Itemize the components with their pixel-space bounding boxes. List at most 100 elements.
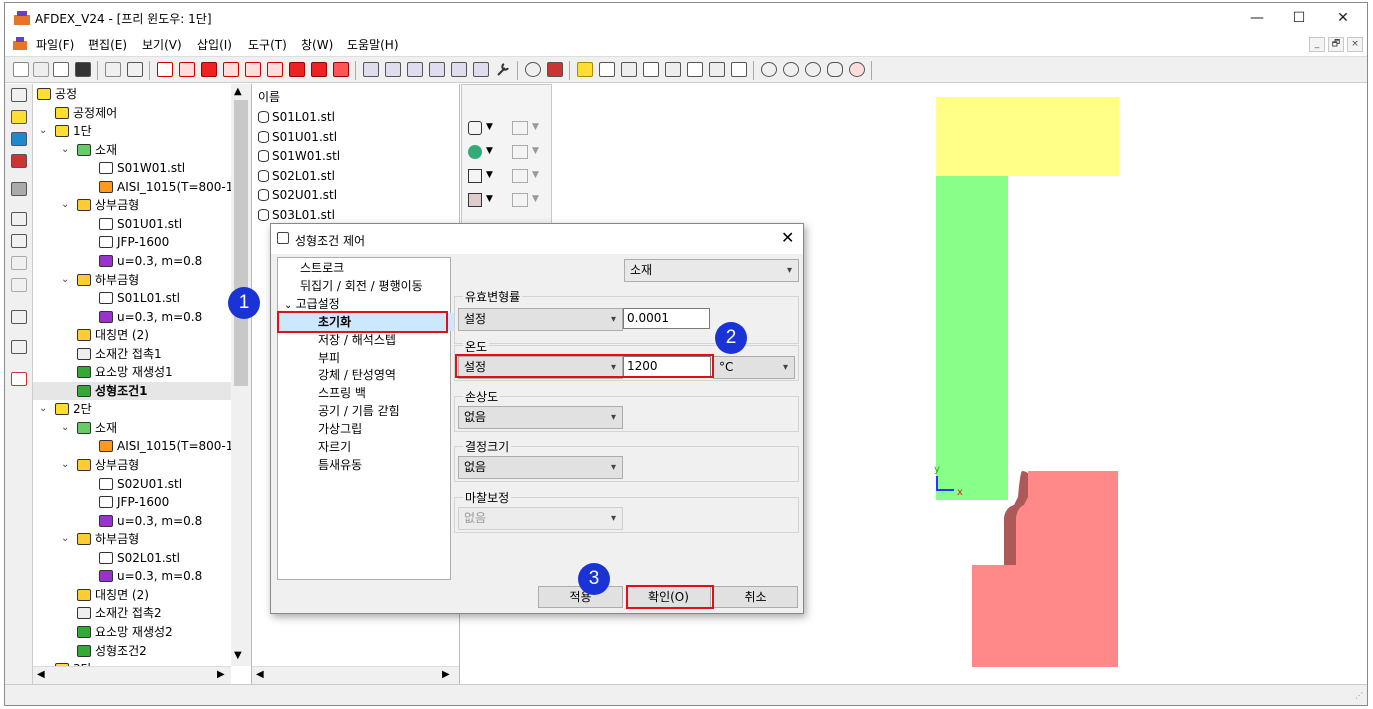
option-item[interactable]: 뒤집기 / 회전 / 평행이동 — [278, 277, 423, 295]
mesh-4-icon[interactable] — [429, 62, 445, 77]
effective-strain-input[interactable]: 0.0001 — [623, 308, 710, 329]
tree-item[interactable]: 1단 — [55, 122, 92, 140]
mesh-2-icon[interactable] — [385, 62, 401, 77]
open-file-icon[interactable] — [33, 62, 49, 77]
display-icon[interactable] — [11, 182, 27, 196]
tree-item[interactable]: 대칭면 (2) — [77, 326, 149, 344]
cube-top-icon[interactable] — [621, 62, 637, 77]
result-monitor-icon[interactable] — [11, 154, 27, 168]
tree-item[interactable]: 소재간 접촉2 — [77, 604, 162, 622]
tree-item[interactable]: 성형조건2 — [77, 642, 147, 660]
scroll-up-arrow-icon[interactable]: ▲ — [234, 86, 242, 97]
option-item[interactable]: 부피 — [278, 349, 340, 367]
export-icon[interactable] — [127, 62, 143, 77]
file-item[interactable]: S01U01.stl — [258, 128, 337, 147]
menu-help[interactable]: 도움말(H) — [347, 36, 399, 53]
tree-scroll-thumb[interactable] — [234, 100, 248, 386]
cube-front-icon[interactable] — [577, 62, 593, 77]
menu-insert[interactable]: 삽입(I) — [197, 36, 232, 53]
mesh-3-icon[interactable] — [407, 62, 423, 77]
wrench-icon[interactable] — [495, 62, 511, 77]
die-view-4-icon[interactable] — [223, 62, 239, 77]
chevron-down-icon[interactable]: ▼ — [486, 194, 493, 204]
expand-chevron-icon[interactable]: ⌄ — [61, 199, 69, 210]
tree-item[interactable]: u=0.3, m=0.8 — [99, 567, 202, 585]
tree-item[interactable]: 요소망 재생성2 — [77, 623, 173, 641]
tree-item[interactable]: 소재간 접촉1 — [77, 345, 162, 363]
tree-item[interactable]: 공정제어 — [55, 104, 117, 122]
table-tool-icon[interactable] — [512, 121, 528, 135]
rotate-view-icon[interactable] — [849, 62, 865, 77]
apply-button[interactable]: 적용 — [538, 586, 623, 608]
tree-item[interactable]: AISI_1015(T=800-13 — [99, 178, 241, 196]
expand-chevron-icon[interactable]: ⌄ — [61, 274, 69, 285]
camera-icon[interactable] — [525, 62, 541, 77]
cube-bottom-icon[interactable] — [643, 62, 659, 77]
cube-iso-icon[interactable] — [731, 62, 747, 77]
temperature-unit-select[interactable]: °C ▾ — [713, 356, 795, 379]
option-item[interactable]: 저장 / 해석스텝 — [278, 331, 396, 349]
material-tool-icon[interactable] — [468, 145, 482, 159]
chart-icon[interactable] — [547, 62, 563, 77]
cube-right-icon[interactable] — [687, 62, 703, 77]
tree-item[interactable]: AISI_1015(T=800-13 — [99, 437, 241, 455]
tree-item[interactable]: 상부금형 — [77, 196, 139, 214]
file-item[interactable]: S01L01.stl — [258, 108, 335, 127]
pin-tool-icon[interactable] — [512, 193, 528, 207]
die-view-5-icon[interactable] — [245, 62, 261, 77]
tree-item[interactable]: 소재 — [77, 419, 117, 437]
tree-item[interactable]: 소재 — [77, 141, 117, 159]
mesh-6-icon[interactable] — [473, 62, 489, 77]
expand-chevron-icon[interactable]: ⌄ — [39, 403, 47, 414]
die-view-3-icon[interactable] — [201, 62, 217, 77]
expand-chevron-icon[interactable]: ⌄ — [61, 533, 69, 544]
mesh-1-icon[interactable] — [363, 62, 379, 77]
import-icon[interactable] — [105, 62, 121, 77]
align-icon[interactable] — [11, 212, 27, 226]
new-file-icon[interactable] — [13, 62, 29, 77]
grain-size-mode-select[interactable]: 없음 ▾ — [458, 456, 623, 479]
file-list-horizontal-scrollbar[interactable]: ◀ ▶ — [252, 666, 459, 684]
node-icon[interactable] — [11, 340, 27, 354]
tree-item[interactable]: S02L01.stl — [99, 549, 180, 567]
maximize-button[interactable]: ☐ — [1277, 4, 1321, 32]
tree-item[interactable]: S02U01.stl — [99, 475, 182, 493]
open-folder-icon[interactable] — [53, 62, 69, 77]
box-icon[interactable] — [11, 256, 27, 270]
option-item[interactable]: 가상그립 — [278, 420, 362, 438]
option-item[interactable]: 틈새유동 — [278, 456, 362, 474]
expand-chevron-icon[interactable]: ⌄ — [61, 144, 69, 155]
tree-item[interactable]: 하부금형 — [77, 271, 139, 289]
cylinder-tool-icon[interactable] — [468, 121, 482, 135]
distribute-icon[interactable] — [11, 234, 27, 248]
target-select[interactable]: 소재 ▾ — [624, 259, 799, 282]
die-view-9-icon[interactable] — [333, 62, 349, 77]
chevron-down-icon[interactable]: ▼ — [486, 122, 493, 132]
cancel-button[interactable]: 취소 — [713, 586, 798, 608]
chevron-down-icon[interactable]: ▼ — [532, 146, 539, 156]
expand-chevron-icon[interactable]: ⌄ — [61, 459, 69, 470]
expand-chevron-icon[interactable]: ⌄ — [284, 300, 296, 311]
tree-view-icon[interactable] — [11, 88, 27, 102]
grid-icon[interactable] — [11, 310, 27, 324]
cube-left-icon[interactable] — [665, 62, 681, 77]
tree-item[interactable]: 대칭면 (2) — [77, 586, 149, 604]
tree-item[interactable]: JFP-1600 — [99, 233, 169, 251]
menu-edit[interactable]: 편집(E) — [88, 36, 127, 53]
mesh-5-icon[interactable] — [451, 62, 467, 77]
tree-vertical-scrollbar[interactable]: ▲ ▼ — [231, 84, 251, 666]
measure-icon[interactable] — [11, 278, 27, 292]
tree-item[interactable]: 성형조건1 — [33, 381, 251, 400]
option-item[interactable]: 강체 / 탄성영역 — [278, 366, 396, 384]
option-item[interactable]: 스프링 백 — [278, 384, 366, 402]
die-view-7-icon[interactable] — [289, 62, 305, 77]
file-item[interactable]: S02L01.stl — [258, 167, 335, 186]
die-view-2-icon[interactable] — [179, 62, 195, 77]
zoom-in-icon[interactable] — [783, 62, 799, 77]
tree-item[interactable]: S01U01.stl — [99, 215, 182, 233]
file-item[interactable]: S01W01.stl — [258, 147, 340, 166]
mdi-restore-button[interactable]: 🗗 — [1328, 37, 1344, 52]
menu-window[interactable]: 창(W) — [301, 36, 333, 53]
chevron-down-icon[interactable]: ▼ — [532, 194, 539, 204]
file-item[interactable]: S02U01.stl — [258, 186, 337, 205]
